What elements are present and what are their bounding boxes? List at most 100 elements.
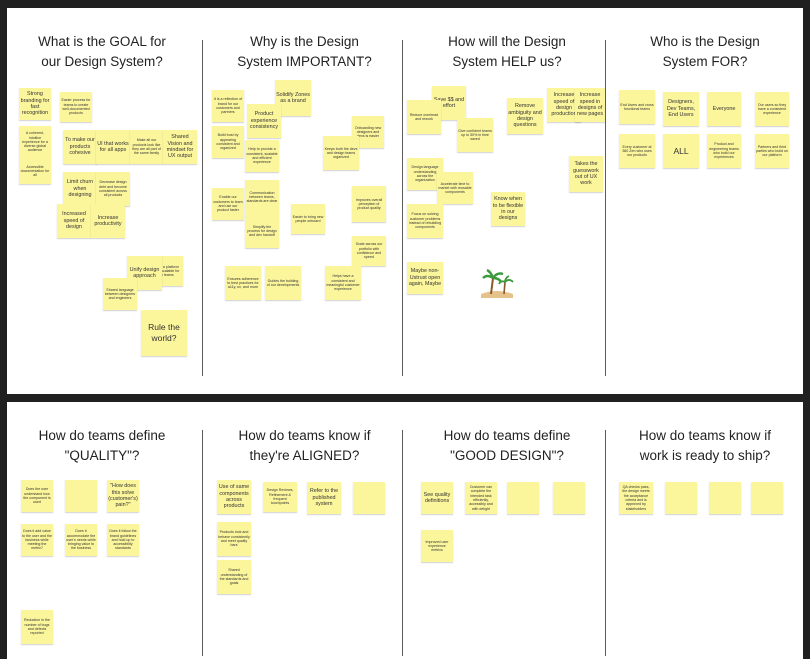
sticky-note[interactable]: To make our products cohesive — [63, 130, 97, 164]
sticky-note-empty[interactable] — [665, 482, 697, 514]
sticky-note[interactable]: See quality definitions — [421, 482, 453, 514]
sticky-note[interactable]: Accelerate time to market with reusable … — [437, 172, 473, 204]
sticky-note[interactable]: Give confident teams up to 50% in time s… — [457, 118, 493, 152]
question-line: Who is the Design — [650, 34, 760, 49]
sticky-note[interactable]: Communication between teams, standards a… — [245, 180, 279, 214]
sticky-note[interactable]: Easier to bring new people onboard — [291, 204, 325, 234]
sticky-note[interactable]: Scale across our portfolio with confiden… — [352, 236, 386, 266]
question-line: System FOR? — [662, 54, 748, 69]
question-line: they're ALIGNED? — [249, 448, 360, 463]
board-top-section: What is the GOAL for our Design System? … — [7, 8, 803, 394]
column-divider — [202, 40, 203, 376]
sticky-note[interactable]: Keeps both the devs and design teams org… — [323, 136, 359, 170]
sticky-note[interactable]: Increased speed of design — [57, 204, 91, 238]
question-line: How do teams define — [443, 428, 571, 443]
sticky-note-empty[interactable] — [65, 480, 97, 512]
sticky-note[interactable]: QA checks pass, the design meets the acc… — [619, 482, 653, 514]
sticky-note[interactable]: Does it add value to the user and the bu… — [21, 524, 53, 556]
question-line: our Design System? — [41, 54, 163, 69]
sticky-note-empty[interactable] — [751, 482, 783, 514]
sticky-note[interactable]: Accessible documentation for all — [19, 158, 51, 184]
sticky-note[interactable]: Help to provide a consistent, scalable a… — [245, 140, 279, 172]
sticky-note[interactable]: It is a reflection of brand for our cust… — [212, 90, 244, 122]
sticky-note[interactable]: Rule the world? — [141, 310, 187, 356]
sticky-note[interactable]: Easier process for teams to create well-… — [60, 92, 92, 122]
sticky-note[interactable]: Improves overall perception of product q… — [352, 186, 386, 222]
sticky-note[interactable]: Enable our customers to learn and use ou… — [212, 188, 244, 220]
question-aligned: How do teams know if they're ALIGNED? — [207, 426, 402, 466]
question-important: Why is the Design System IMPORTANT? — [207, 32, 402, 72]
question-line: "QUALITY"? — [64, 448, 140, 463]
sticky-note[interactable]: Product experience consistency — [247, 104, 281, 138]
sticky-note[interactable]: Does it follow the brand guidelines and … — [107, 524, 139, 556]
sticky-note[interactable]: Does it accommodate the user's needs whi… — [65, 524, 97, 556]
sticky-note[interactable]: Simplify the process for design and dev … — [245, 214, 279, 248]
sticky-note[interactable]: Build trust by appearing consistent and … — [212, 126, 244, 158]
sticky-note[interactable]: Remove ambiguity and design questions — [507, 98, 543, 134]
sticky-note[interactable]: Refer to the published system — [307, 482, 341, 514]
sticky-note[interactable]: UI that works for all apps — [96, 130, 130, 164]
sticky-note[interactable]: Every customer at 360 Zen who uses our p… — [619, 134, 655, 168]
sticky-note[interactable]: Use of same components across products — [217, 480, 251, 514]
sticky-note-empty[interactable] — [353, 482, 385, 514]
question-for: Who is the Design System FOR? — [607, 32, 803, 72]
sticky-note[interactable]: Increase speed in designs of new pages — [575, 88, 605, 122]
sticky-note[interactable]: Shared understanding of the standards an… — [217, 560, 251, 594]
sticky-note[interactable]: Ensures adherence to best practices for … — [225, 266, 261, 300]
question-line: How will the Design — [448, 34, 566, 49]
question-line: What is the GOAL for — [38, 34, 166, 49]
sticky-note[interactable]: Guides the building of our developments — [265, 266, 301, 300]
question-good-design: How do teams define "GOOD DESIGN"? — [407, 426, 607, 466]
question-quality: How do teams define "QUALITY"? — [7, 426, 197, 466]
question-line: How do teams know if — [238, 428, 371, 443]
sticky-note[interactable]: Products look and behave consistently an… — [217, 522, 251, 556]
question-line: How do teams define — [38, 428, 166, 443]
sticky-note[interactable]: Our users so they have a consistent expe… — [755, 92, 789, 126]
board-bottom-section: How do teams define "QUALITY"? How do te… — [7, 402, 803, 659]
sticky-note[interactable]: Product and engineering teams who build … — [707, 134, 741, 168]
sticky-note[interactable]: Make all our products look like they are… — [130, 130, 163, 164]
sticky-note[interactable]: End Users and cross functional teams — [619, 90, 655, 124]
sticky-note[interactable]: Reduce overhead and rework — [407, 100, 441, 134]
sticky-note-empty[interactable] — [553, 482, 585, 514]
sticky-note[interactable]: Increase productivity — [91, 204, 125, 238]
sticky-note[interactable]: Shared Vision and mindset for UX output — [163, 130, 197, 164]
sticky-note[interactable]: Helps have a consistent and meaningful c… — [325, 266, 361, 300]
question-goal: What is the GOAL for our Design System? — [7, 32, 197, 72]
sticky-note[interactable]: Everyone — [707, 92, 741, 126]
sticky-note[interactable]: ALL — [663, 134, 699, 168]
sticky-note[interactable]: "How does this solve (customer's) pain?" — [107, 480, 139, 512]
question-ready-to-ship: How do teams know if work is ready to sh… — [607, 426, 803, 466]
sticky-note[interactable]: Improved user experience metrics — [421, 530, 453, 562]
sticky-note[interactable]: Customer can complete the intended task … — [465, 482, 497, 514]
column-divider — [202, 430, 203, 656]
sticky-note[interactable]: Does the user understand how the compone… — [21, 480, 53, 512]
sticky-note[interactable]: Partners and third parties who build on … — [755, 134, 789, 168]
sticky-note[interactable]: A coherent, intuitive experience for a d… — [19, 126, 51, 158]
column-divider — [402, 430, 403, 656]
top-strip — [255, 8, 565, 13]
question-line: work is ready to ship? — [639, 448, 771, 463]
question-line: How do teams know if — [638, 428, 772, 443]
question-line: System HELP us? — [452, 54, 562, 69]
sticky-note[interactable]: Decrease design debt and become consiste… — [96, 172, 130, 206]
sticky-note[interactable]: Limit churn when designing — [63, 172, 97, 206]
sticky-note-empty[interactable] — [507, 482, 539, 514]
question-line: System IMPORTANT? — [237, 54, 372, 69]
palm-tree-icon — [481, 268, 514, 298]
question-help: How will the Design System HELP us? — [407, 32, 607, 72]
question-line: Why is the Design — [250, 34, 359, 49]
sticky-note[interactable]: Focus on solving customer problems inste… — [407, 204, 443, 238]
question-line: "GOOD DESIGN"? — [450, 448, 564, 463]
column-divider — [402, 40, 403, 376]
sticky-note[interactable]: Shared language between designers and en… — [103, 278, 137, 310]
sticky-note[interactable]: Design Reviews, Refinement & frequent to… — [263, 482, 297, 512]
sticky-note[interactable]: Know when to be flexible in our designs — [491, 192, 525, 226]
sticky-note[interactable]: Takes the guesswork out of UX work — [569, 156, 603, 192]
sticky-note-empty[interactable] — [709, 482, 741, 514]
sticky-note[interactable]: Reduction in the number of bugs and defe… — [21, 610, 53, 644]
sticky-note[interactable]: Strong branding for fast recognition — [19, 88, 51, 120]
sticky-note[interactable]: Maybe non-Ustrust open again, Maybe — [407, 262, 443, 294]
column-divider — [605, 40, 606, 376]
sticky-note[interactable]: Designers, Dev Teams, End Users — [663, 92, 699, 126]
